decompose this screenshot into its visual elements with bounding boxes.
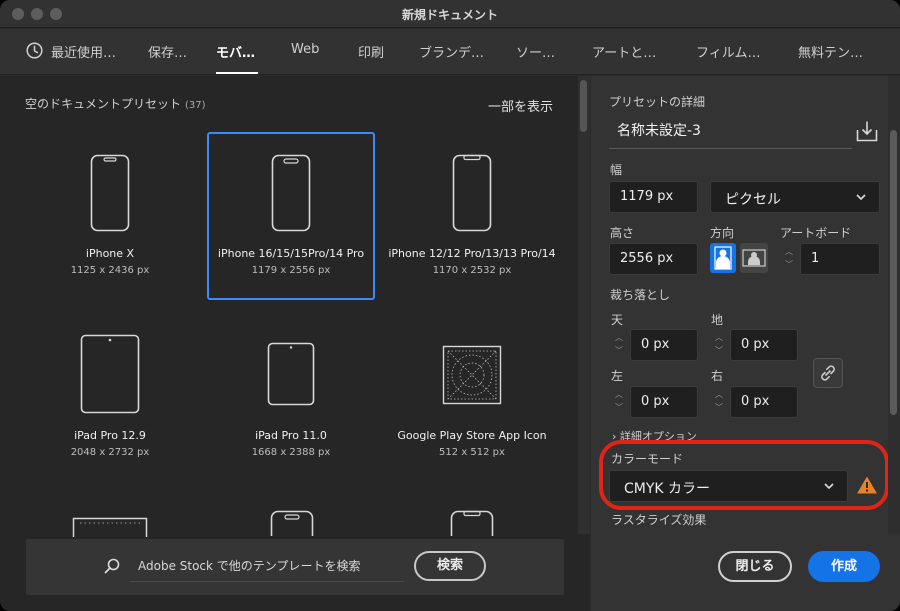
partial-phone-icon xyxy=(270,510,314,536)
bleed-right-stepper[interactable]: ︿ ﹀ xyxy=(710,386,730,416)
unit-value: ピクセル xyxy=(725,192,781,208)
phone-dynamic-island-icon xyxy=(271,154,311,232)
width-label: 幅 xyxy=(610,163,623,177)
preset-name: iPad Pro 12.9 xyxy=(74,429,146,442)
tab-recent[interactable]: 最近使用… xyxy=(51,42,116,61)
document-name-field[interactable]: 名称未設定-3 xyxy=(609,113,852,149)
category-tabs: 最近使用… 保存… モバ… Web 印刷 ブランデ… ソー… アートと… フィル… xyxy=(0,29,900,75)
tab-social[interactable]: ソー… xyxy=(516,42,555,61)
phone-notch-icon xyxy=(452,154,492,232)
preset-size: 512 x 512 px xyxy=(439,447,505,458)
link-icon xyxy=(821,365,835,381)
width-field[interactable]: 1179 px xyxy=(609,181,698,213)
rasterize-label: ラスタライズ効果 xyxy=(611,513,707,527)
preset-card-iphone-12[interactable]: iPhone 12/12 Pro/13/13 Pro/14 1170 x 253… xyxy=(388,132,556,300)
stock-search-bar: Adobe Stock で他のテンプレートを検索 検索 xyxy=(26,539,564,595)
preset-scrollbar-thumb[interactable] xyxy=(580,80,587,132)
tablet-small-icon xyxy=(267,342,315,406)
title-bar: 新規ドキュメント xyxy=(0,0,900,28)
height-label: 高さ xyxy=(610,226,635,240)
tab-branding[interactable]: ブランデ… xyxy=(419,42,484,61)
tablet-icon xyxy=(80,334,140,414)
window-title: 新規ドキュメント xyxy=(401,8,498,22)
height-field[interactable]: 2556 px xyxy=(609,243,698,275)
preset-card-ipad-pro-11[interactable]: iPad Pro 11.0 1668 x 2388 px xyxy=(207,318,375,486)
preset-name: iPhone 12/12 Pro/13/13 Pro/14 xyxy=(388,247,556,260)
artboard-stepper[interactable]: ︿ ﹀ xyxy=(780,243,800,273)
portrait-icon xyxy=(714,246,732,270)
preset-size: 1179 x 2556 px xyxy=(251,265,331,276)
create-button[interactable]: 作成 xyxy=(808,551,880,582)
bleed-top-field[interactable]: 0 px xyxy=(630,329,698,361)
clock-icon xyxy=(26,42,43,59)
phone-icon xyxy=(90,154,130,232)
preset-card-iphone-x[interactable]: iPhone X 1125 x 2436 px xyxy=(26,132,194,300)
bleed-left-stepper[interactable]: ︿ ﹀ xyxy=(610,386,630,416)
tab-free-templates[interactable]: 無料テン… xyxy=(798,42,863,61)
tab-film[interactable]: フィルム… xyxy=(696,42,760,61)
preset-card-ipad-pro-12-9[interactable]: iPad Pro 12.9 2048 x 2732 px xyxy=(26,318,194,486)
search-icon xyxy=(104,558,120,574)
portrait-button[interactable] xyxy=(710,243,736,273)
bleed-right-label: 右 xyxy=(711,369,724,383)
unit-select[interactable]: ピクセル xyxy=(710,181,880,213)
preset-size: 1170 x 2532 px xyxy=(432,265,512,276)
preset-scrollbar[interactable] xyxy=(578,76,590,534)
close-button[interactable]: 閉じる xyxy=(718,551,792,582)
bleed-bottom-field[interactable]: 0 px xyxy=(730,329,798,361)
bleed-top-stepper[interactable]: ︿ ﹀ xyxy=(610,329,630,359)
artboard-label: アートボード xyxy=(780,226,852,240)
details-scrollbar-thumb[interactable] xyxy=(890,130,897,415)
partial-phone-notch-icon xyxy=(450,510,494,536)
landscape-icon xyxy=(742,249,766,267)
save-preset-icon[interactable] xyxy=(856,120,878,142)
show-some-link[interactable]: 一部を表示 xyxy=(488,96,553,115)
preset-size: 1125 x 2436 px xyxy=(70,265,150,276)
tab-web[interactable]: Web xyxy=(291,42,319,57)
preset-name: iPad Pro 11.0 xyxy=(255,429,327,442)
bleed-right-field[interactable]: 0 px xyxy=(730,386,798,418)
preset-card-google-play-icon[interactable]: Google Play Store App Icon 512 x 512 px xyxy=(388,318,556,486)
new-document-dialog: 新規ドキュメント 最近使用… 保存… モバ… Web 印刷 ブランデ… ソー… … xyxy=(0,0,900,611)
stock-search-input[interactable]: Adobe Stock で他のテンプレートを検索 xyxy=(138,557,360,574)
details-heading: プリセットの詳細 xyxy=(609,95,706,109)
presets-count: (37) xyxy=(185,100,206,111)
link-bleed-button[interactable] xyxy=(813,358,843,388)
bleed-left-label: 左 xyxy=(611,369,624,383)
stock-search-underline xyxy=(130,581,404,582)
presets-heading: 空のドキュメントプリセット (37) xyxy=(25,97,206,111)
bleed-bottom-stepper[interactable]: ︿ ﹀ xyxy=(710,329,730,359)
orientation-label: 方向 xyxy=(710,226,735,240)
tab-saved[interactable]: 保存… xyxy=(148,42,187,61)
chevron-down-icon xyxy=(856,194,866,201)
preset-card-iphone-16[interactable]: iPhone 16/15/15Pro/14 Pro 1179 x 2556 px xyxy=(207,132,375,300)
annotation-highlight xyxy=(599,440,889,510)
preset-name: iPhone 16/15/15Pro/14 Pro xyxy=(217,247,365,260)
bleed-top-label: 天 xyxy=(611,313,624,327)
tab-art[interactable]: アートと… xyxy=(592,42,656,61)
preset-name: Google Play Store App Icon xyxy=(397,429,547,442)
tab-print[interactable]: 印刷 xyxy=(358,42,384,61)
preset-name: iPhone X xyxy=(85,247,135,260)
bleed-bottom-label: 地 xyxy=(711,313,724,327)
landscape-button[interactable] xyxy=(740,243,768,273)
stock-search-button[interactable]: 検索 xyxy=(414,551,486,581)
artboard-field[interactable]: 1 xyxy=(800,243,880,275)
preset-size: 2048 x 2732 px xyxy=(70,447,150,458)
bleed-label: 裁ち落とし xyxy=(610,288,671,302)
active-tab-indicator xyxy=(216,72,258,74)
preset-size: 1668 x 2388 px xyxy=(251,447,331,458)
tab-mobile[interactable]: モバ… xyxy=(216,42,255,61)
bleed-left-field[interactable]: 0 px xyxy=(630,386,698,418)
app-icon-grid-icon xyxy=(442,345,502,405)
partial-preset-icon xyxy=(72,517,148,537)
